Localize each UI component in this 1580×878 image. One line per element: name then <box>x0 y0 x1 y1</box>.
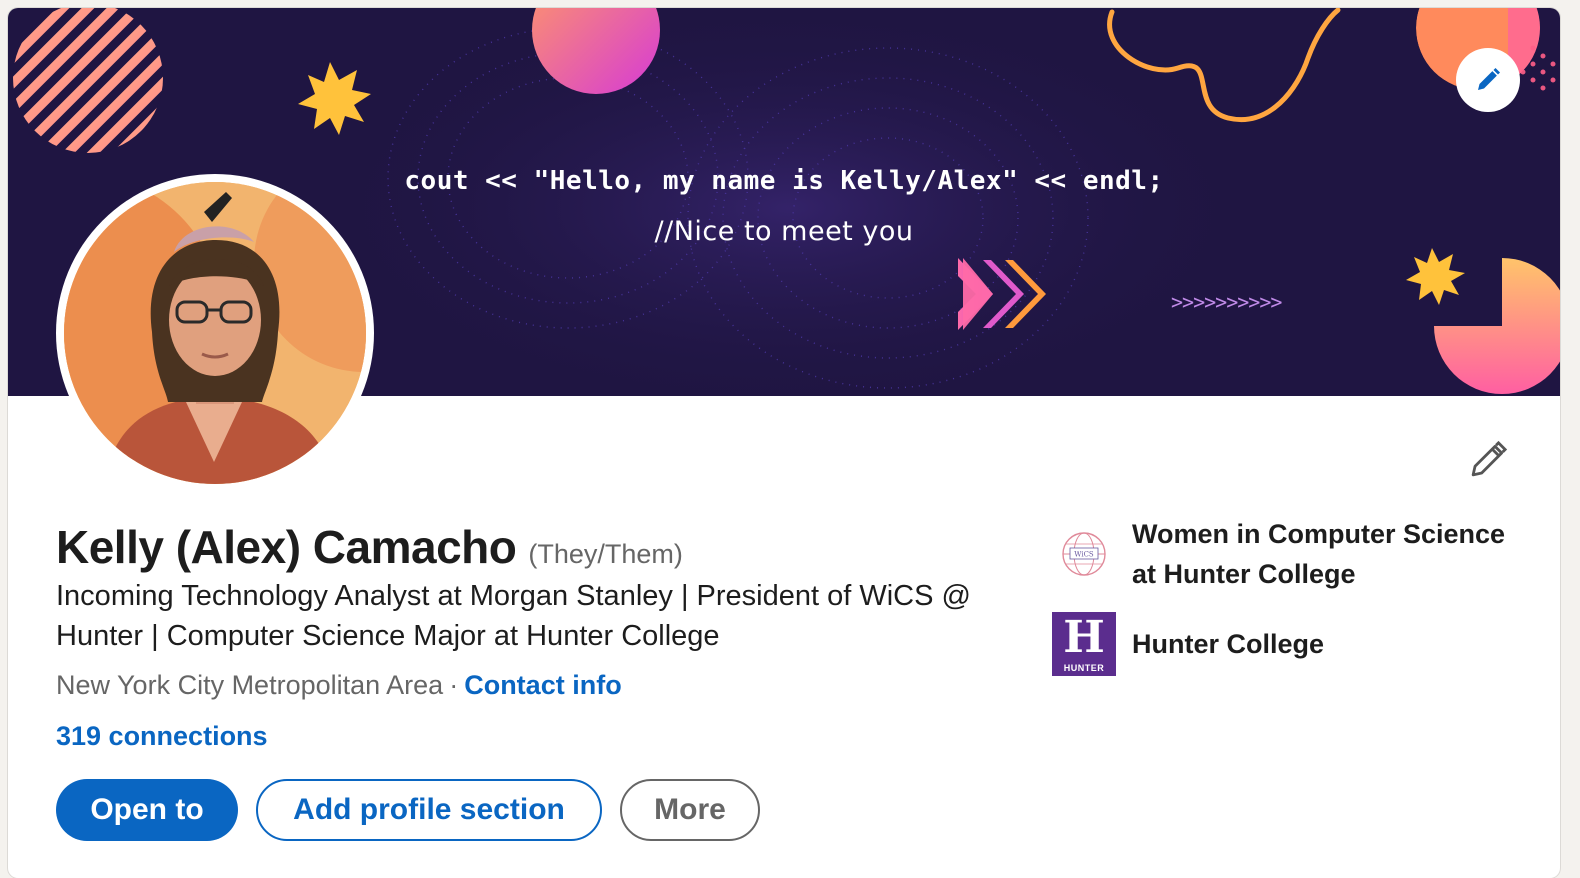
pencil-icon <box>1471 440 1508 477</box>
profile-photo-illustration <box>64 182 366 484</box>
org-item-wics[interactable]: WiCS Women in Computer Science at Hunter… <box>1052 514 1532 594</box>
org-name: Hunter College <box>1132 629 1325 659</box>
contact-info-link[interactable]: Contact info <box>464 670 621 700</box>
profile-photo-frame[interactable] <box>56 174 374 492</box>
wics-logo: WiCS <box>1052 522 1116 586</box>
org-list: WiCS Women in Computer Science at Hunter… <box>1052 514 1532 676</box>
svg-text:WiCS: WiCS <box>1074 551 1094 559</box>
org-item-hunter[interactable]: H HUNTER Hunter College <box>1052 612 1532 676</box>
profile-name: Kelly (Alex) Camacho <box>56 521 517 573</box>
separator-dot: · <box>449 670 459 700</box>
profile-headline: Incoming Technology Analyst at Morgan St… <box>56 580 971 652</box>
name-row: Kelly (Alex) Camacho (They/Them) <box>56 520 683 574</box>
profile-photo[interactable] <box>64 182 366 484</box>
profile-location: New York City Metropolitan Area <box>56 670 444 700</box>
pencil-icon <box>1478 68 1500 90</box>
hunter-logo-badge: H HUNTER <box>1052 612 1116 676</box>
location-row: New York City Metropolitan Area · Contact … <box>56 670 622 701</box>
edit-intro-button[interactable] <box>1460 432 1516 488</box>
connections-link[interactable]: 319 connections <box>56 721 268 752</box>
banner-arrows-text: >>>>>>>>>> <box>1171 290 1282 314</box>
more-button[interactable]: More <box>620 779 760 841</box>
open-to-button[interactable]: Open to <box>56 779 238 841</box>
profile-card: >>>>>>>>>> cout << "Hello, my name is Ke… <box>8 8 1560 878</box>
wics-logo-icon: WiCS <box>1062 532 1106 576</box>
org-name: Women in Computer Science at Hunter Coll… <box>1132 519 1506 589</box>
profile-pronouns: (They/Them) <box>528 539 683 569</box>
profile-actions: Open to Add profile section More <box>56 779 760 841</box>
add-profile-section-button[interactable]: Add profile section <box>256 779 602 841</box>
hunter-logo: H HUNTER <box>1052 612 1116 676</box>
edit-banner-button[interactable] <box>1456 48 1520 112</box>
